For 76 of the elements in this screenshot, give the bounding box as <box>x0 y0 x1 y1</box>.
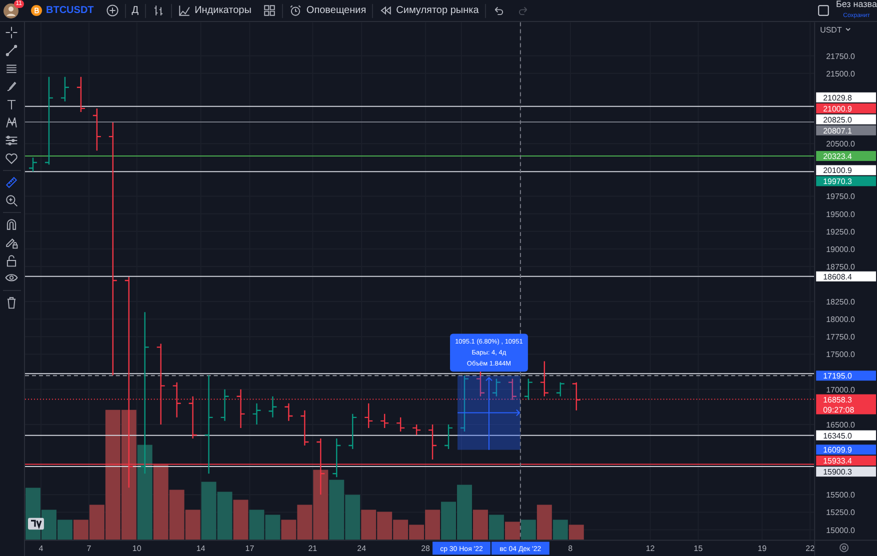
pencil-lock-icon[interactable] <box>5 236 18 249</box>
price-tick-label: 15500.0 <box>826 490 855 500</box>
price-tick-label: 19500.0 <box>826 210 855 219</box>
layout-title[interactable]: Без назва <box>836 0 877 8</box>
price-label: 18608.4 <box>816 271 876 282</box>
price-label: 16099.9 <box>816 444 876 455</box>
time-tick-label: 4 <box>38 544 44 554</box>
price-tick-label: 16500.0 <box>826 420 855 430</box>
price-label: 20323.4 <box>816 150 876 161</box>
price-tick-label: 15250.0 <box>826 508 855 518</box>
plus-circle-icon <box>106 4 119 17</box>
price-tick-label: 19000.0 <box>826 244 855 254</box>
time-tick-label: 12 <box>646 544 655 554</box>
indicators-button[interactable]: Индикаторы <box>172 0 258 21</box>
price-tick-label: 17500.0 <box>826 350 855 360</box>
price-label: 16345.0 <box>816 430 876 440</box>
time-tick-label: 8 <box>568 544 573 554</box>
price-tick-label: 17000.0 <box>826 385 855 394</box>
lock-icon[interactable] <box>5 254 18 267</box>
text-tool-icon[interactable] <box>5 98 18 111</box>
replay-button[interactable]: Симулятор рынка <box>373 0 485 21</box>
time-tick-label: 15 <box>694 544 703 554</box>
price-tick-label: 15000.0 <box>826 526 855 535</box>
settings-icon[interactable] <box>840 543 849 552</box>
square-icon[interactable] <box>816 4 830 17</box>
price-tick-label: 18250.0 <box>826 298 855 307</box>
interval-button[interactable]: Д <box>126 0 145 21</box>
bitcoin-icon <box>31 5 42 16</box>
redo-arrow-icon <box>516 4 530 17</box>
bars-icon <box>152 4 165 17</box>
price-tick-label: 18750.0 <box>826 262 855 272</box>
time-tick-label: 28 <box>421 544 430 554</box>
price-label: 17195.0 <box>816 370 876 381</box>
magnet-icon[interactable] <box>5 218 18 231</box>
price-tick-label: 19250.0 <box>826 227 855 236</box>
brush-icon[interactable] <box>5 80 18 93</box>
price-label: 16858.3 09:27:08 <box>816 394 876 414</box>
price-label: 15900.3 <box>816 466 876 477</box>
rewind-icon <box>379 4 392 17</box>
price-label: 21029.8 <box>816 92 876 102</box>
parallel-lines-icon[interactable] <box>5 62 18 75</box>
price-tick-label: 18000.0 <box>826 315 855 324</box>
time-tick-label: 14 <box>196 544 206 554</box>
symbol-button[interactable]: BTCUSDT <box>25 0 100 21</box>
price-tick-label: 20500.0 <box>826 140 855 149</box>
price-tick-label: 19750.0 <box>826 192 855 202</box>
ruler-icon[interactable] <box>5 176 18 189</box>
time-tick-label: 10 <box>132 544 142 554</box>
time-tick-label: 21 <box>308 544 318 554</box>
alarm-clock-icon <box>289 4 302 17</box>
alerts-button[interactable]: Оповещения <box>283 0 372 21</box>
price-label: 20807.1 <box>816 125 876 136</box>
price-label: 21000.9 <box>816 103 876 114</box>
time-tick-label: 17 <box>245 544 254 554</box>
currency-label[interactable]: USDT <box>820 25 842 34</box>
zoom-in-icon[interactable] <box>5 194 18 207</box>
caret-icon[interactable] <box>846 28 851 31</box>
trash-icon[interactable] <box>5 296 18 309</box>
time-tick-label: 19 <box>758 544 767 554</box>
grid-icon <box>263 4 276 17</box>
price-tick-label: 17750.0 <box>826 332 855 342</box>
price-label: 19970.3 <box>816 176 876 186</box>
price-label: 20825.0 <box>816 114 876 124</box>
line-icon[interactable] <box>5 44 18 57</box>
dotted-lines-icon[interactable] <box>5 134 18 147</box>
heart-icon[interactable] <box>5 152 18 165</box>
price-label: 20100.9 <box>816 165 876 176</box>
price-label: 15933.4 <box>816 456 876 466</box>
price-tick-label: 21500.0 <box>826 69 855 78</box>
crosshair-icon[interactable] <box>5 26 18 39</box>
price-tick-label: 21750.0 <box>826 52 855 61</box>
zigzag-pattern-icon[interactable] <box>5 116 18 129</box>
chart-line-icon <box>178 4 191 17</box>
time-tick-label: 24 <box>357 544 366 554</box>
time-tick-label: 7 <box>86 544 92 554</box>
time-tick-label: 22 <box>806 544 815 554</box>
